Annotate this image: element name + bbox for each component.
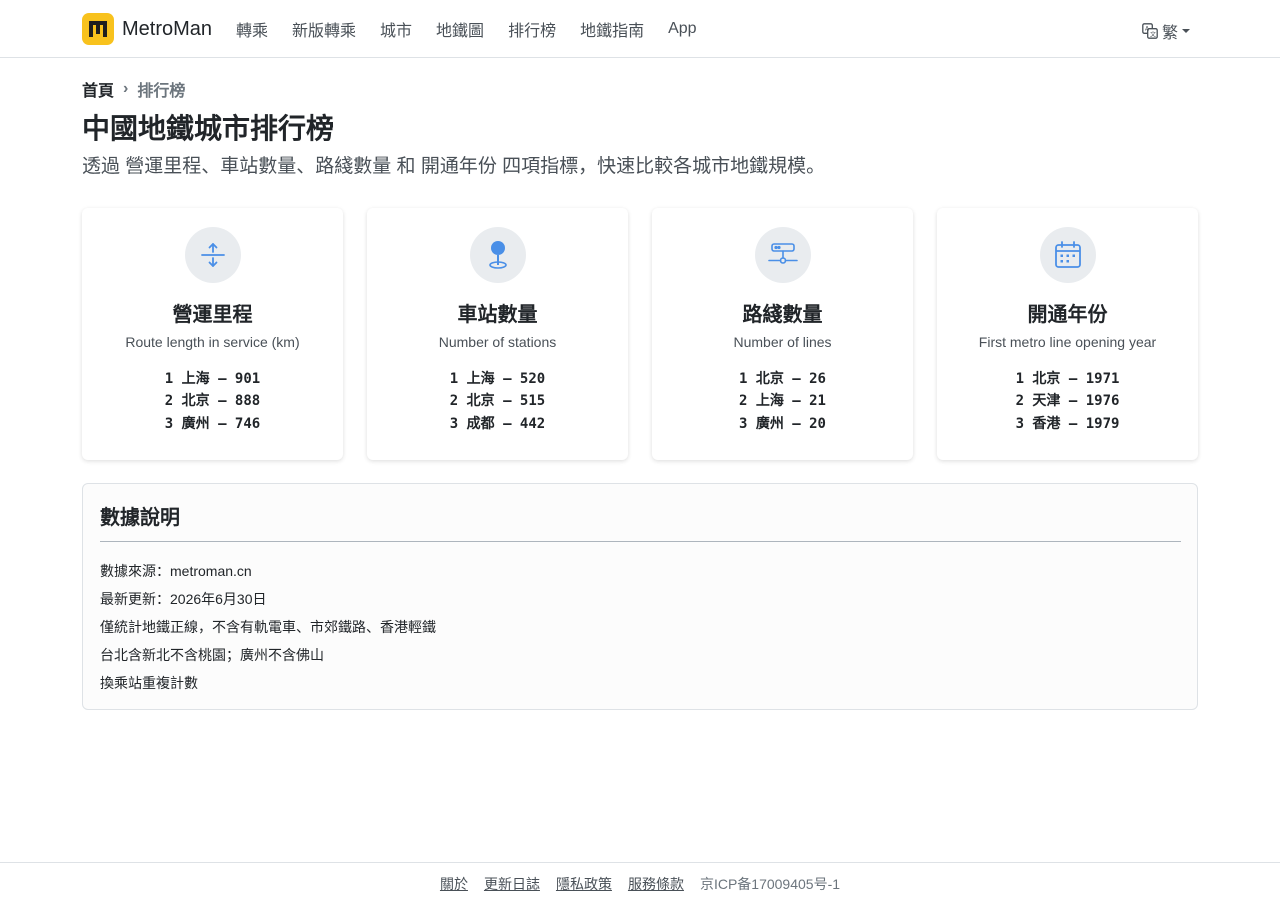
notes-title: 數據說明 [100, 507, 180, 529]
note-item: 最新更新：2026年6月30日 [100, 591, 267, 607]
rank-item: 2 上海 – 21 [738, 393, 826, 409]
footer-link-terms[interactable]: 服務條款 [628, 874, 684, 894]
nav-link-new-transfer[interactable]: 新版轉乘 [280, 17, 368, 41]
divider [100, 541, 1181, 542]
language-label: 繁 [1161, 25, 1178, 42]
brand-link[interactable]: MetroMan [82, 13, 212, 45]
metroman-logo-icon [82, 13, 114, 45]
card-title: 路綫數量 [742, 304, 823, 326]
footer-links: 關於 更新日誌 隱私政策 服務條款 京ICP备17009405号-1 [0, 874, 1280, 894]
note-item: 數據來源：metroman.cn [100, 563, 252, 579]
ranking-card-opening-year: 開通年份 First metro line opening year 1 北京 … [937, 208, 1198, 460]
card-subtitle: Number of lines [733, 334, 832, 350]
rank-item: 2 天津 – 1976 [1015, 393, 1120, 409]
footer-link-privacy[interactable]: 隱私政策 [556, 874, 612, 894]
top-navbar: MetroMan 轉乘 新版轉乘 城市 地鐵圖 排行榜 地鐵指南 App A 文… [0, 0, 1280, 58]
card-subtitle: First metro line opening year [978, 334, 1157, 350]
rank-item: 1 上海 – 520 [449, 371, 546, 387]
breadcrumb: 首頁 › 排行榜 [82, 77, 185, 101]
ranking-cards: 營運里程 Route length in service (km) 1 上海 –… [82, 208, 1198, 460]
nav-link-rankings[interactable]: 排行榜 [496, 17, 568, 41]
note-item: 換乘站重複計數 [100, 675, 198, 691]
rank-item: 3 廣州 – 746 [164, 416, 261, 432]
breadcrumb-separator: › [123, 80, 129, 97]
card-subtitle: Route length in service (km) [125, 334, 300, 350]
breadcrumb-current: 排行榜 [137, 83, 186, 100]
translate-icon: A 文 [1142, 23, 1158, 39]
ranking-card-route-length: 營運里程 Route length in service (km) 1 上海 –… [82, 208, 343, 460]
nav-link-metro-map[interactable]: 地鐵圖 [424, 17, 496, 41]
data-notes-panel: 數據說明 數據來源：metroman.cn 最新更新：2026年6月30日 僅統… [82, 483, 1198, 710]
breadcrumb-home[interactable]: 首頁 [82, 77, 114, 101]
calendar-icon [1040, 227, 1096, 283]
rank-item: 1 上海 – 901 [164, 371, 261, 387]
card-title: 開通年份 [1027, 304, 1108, 326]
card-subtitle: Number of stations [438, 334, 557, 350]
icp-license: 京ICP备17009405号-1 [699, 876, 841, 892]
brand-name: MetroMan [122, 17, 213, 40]
footer-link-about[interactable]: 關於 [440, 874, 468, 894]
footer-link-changelog[interactable]: 更新日誌 [484, 874, 540, 894]
page-footer: 關於 更新日誌 隱私政策 服務條款 京ICP备17009405号-1 [0, 862, 1280, 900]
card-title: 車站數量 [457, 304, 538, 326]
page-description: 透過 營運里程、車站數量、路綫數量 和 開通年份 四項指標，快速比較各城市地鐵規… [82, 156, 826, 177]
page-title: 中國地鐵城市排行榜 [82, 113, 335, 144]
station-pin-icon [470, 227, 526, 283]
note-item: 台北含新北不含桃園；廣州不含佛山 [100, 647, 324, 663]
language-dropdown[interactable]: A 文 繁 [1142, 19, 1190, 43]
ranking-card-lines: 路綫數量 Number of lines 1 北京 – 26 2 上海 – 21… [652, 208, 913, 460]
nav-link-transfer[interactable]: 轉乘 [224, 17, 280, 41]
rank-item: 1 北京 – 26 [738, 371, 826, 387]
nav-link-metro-guide[interactable]: 地鐵指南 [568, 17, 656, 41]
lines-network-icon [755, 227, 811, 283]
route-length-icon [185, 227, 241, 283]
rank-item: 2 北京 – 515 [449, 393, 546, 409]
nav-link-cities[interactable]: 城市 [368, 17, 424, 41]
rank-item: 3 成都 – 442 [449, 416, 546, 432]
rank-item: 1 北京 – 1971 [1015, 371, 1120, 387]
caret-down-icon [1182, 29, 1190, 33]
note-item: 僅統計地鐵正線，不含有軌電車、市郊鐵路、香港輕鐵 [100, 619, 436, 635]
nav-link-app[interactable]: App [656, 20, 708, 38]
main-nav: 轉乘 新版轉乘 城市 地鐵圖 排行榜 地鐵指南 App [224, 0, 709, 58]
ranking-card-stations: 車站數量 Number of stations 1 上海 – 520 2 北京 … [367, 208, 628, 460]
rank-item: 3 香港 – 1979 [1015, 416, 1120, 432]
rank-item: 3 廣州 – 20 [738, 416, 826, 432]
svg-text:文: 文 [1150, 31, 1156, 39]
rank-item: 2 北京 – 888 [164, 393, 261, 409]
card-title: 營運里程 [172, 304, 253, 326]
